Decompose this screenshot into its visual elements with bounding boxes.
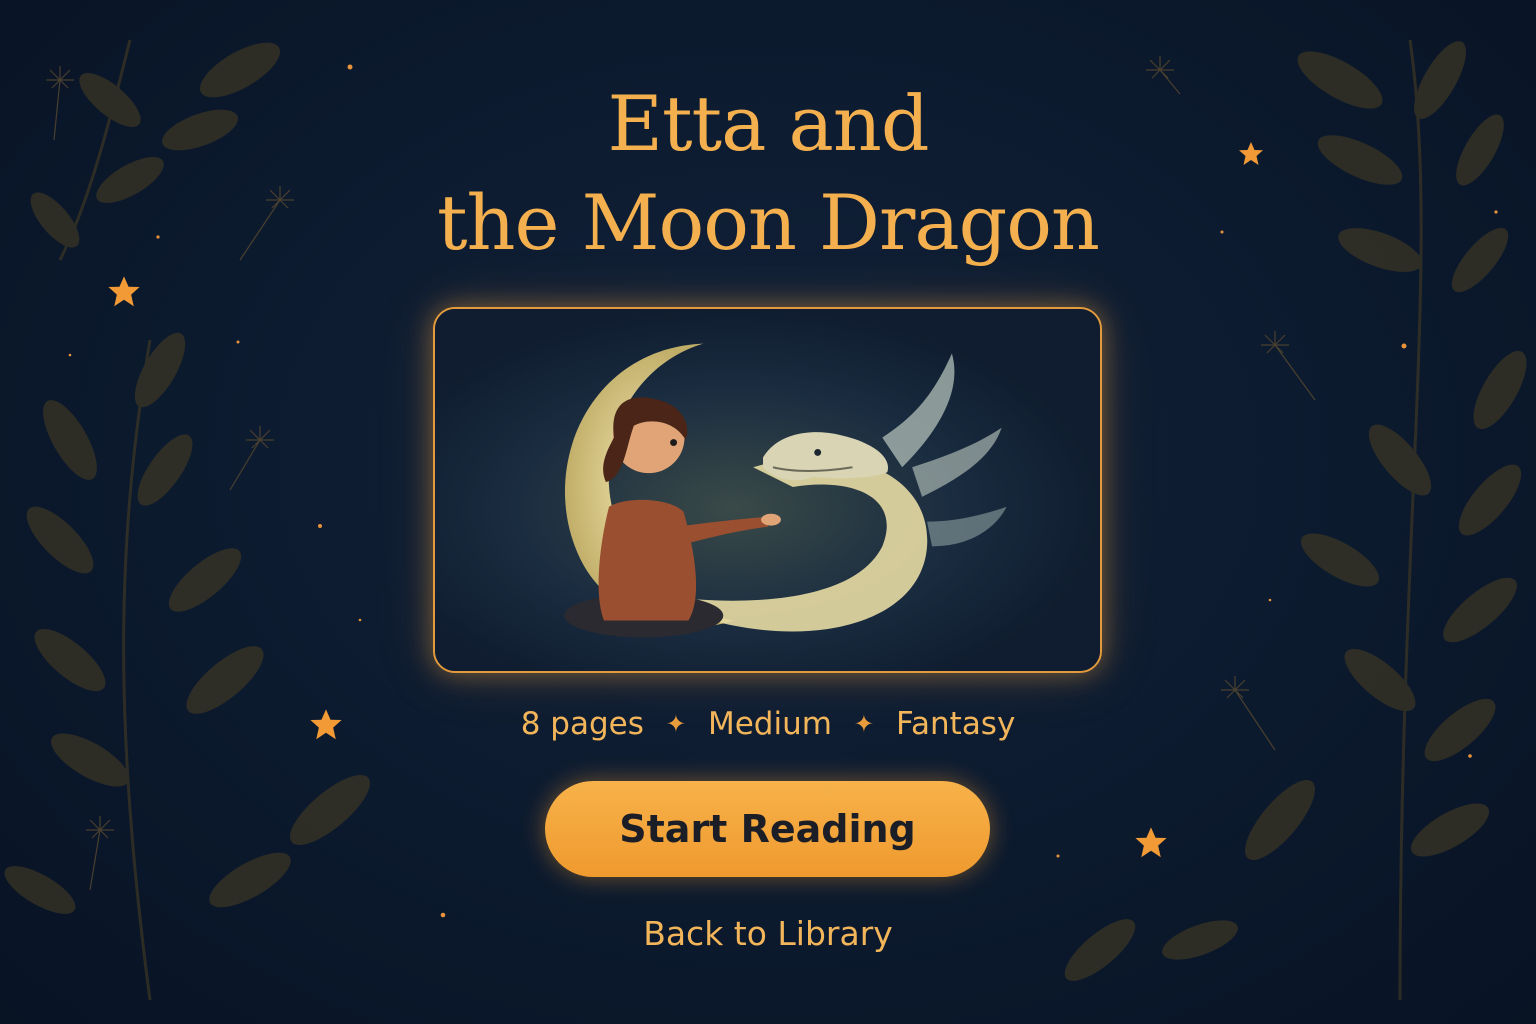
sparkle-icon: ✦ (853, 710, 875, 738)
book-metadata: 8 pages ✦ Medium ✦ Fantasy (0, 700, 1536, 750)
start-reading-button[interactable]: Start Reading (545, 781, 990, 877)
page-count: 8 pages (520, 706, 644, 742)
book-title-line-2: the Moon Dragon (437, 178, 1100, 267)
book-title-line-1: Etta and (607, 79, 930, 168)
sparkle-icon: ✦ (665, 710, 686, 738)
back-to-library-link[interactable]: Back to Library (0, 910, 1536, 958)
difficulty-level: Medium (707, 706, 832, 742)
book-cover-image (433, 307, 1102, 673)
genre-label: Fantasy (896, 706, 1016, 742)
